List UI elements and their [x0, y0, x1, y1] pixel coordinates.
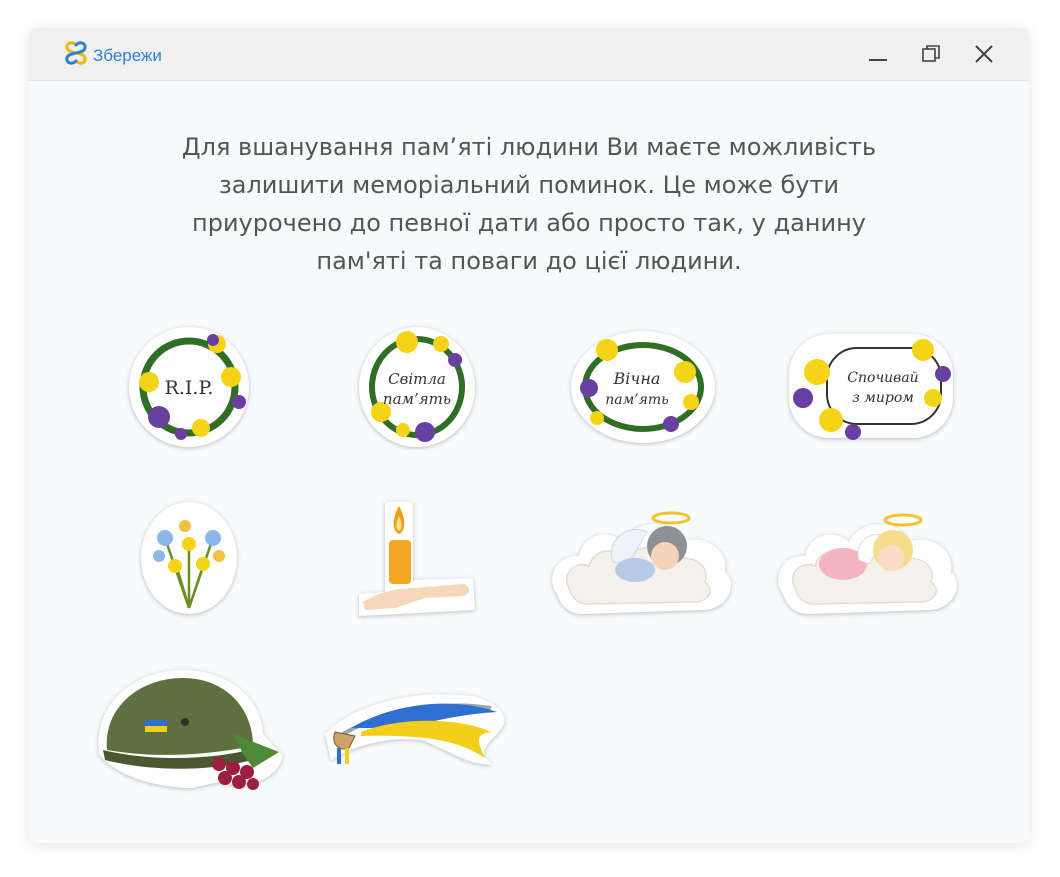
sticker-spochyvai-wreath[interactable]: Спочивай з миром — [783, 328, 959, 444]
svitla-wreath-icon: Світла пам’ять — [359, 327, 475, 447]
vichna-wreath-icon: Вічна пам’ять — [571, 331, 715, 443]
minimize-icon — [869, 59, 887, 61]
spochyvai-line1: Спочивай — [847, 370, 918, 386]
sticker-svitla-wreath[interactable]: Світла пам’ять — [355, 324, 479, 450]
sticker-saber-ribbon[interactable] — [321, 682, 511, 778]
title-bar: Збережи — [29, 28, 1029, 81]
logo-icon — [63, 41, 89, 70]
restore-button[interactable] — [916, 39, 946, 69]
spochyvai-wreath-icon: Спочивай з миром — [789, 334, 953, 440]
app-title: Збережи — [93, 45, 162, 65]
rip-wreath-icon: R.I.P. — [129, 327, 249, 447]
angel-boy-cloud-icon — [552, 511, 731, 614]
vichna-line2: пам’ять — [605, 392, 669, 408]
sticker-rip-wreath[interactable]: R.I.P. — [121, 322, 257, 452]
app-logo: Збережи — [63, 41, 162, 70]
sticker-flowers-bouquet[interactable] — [135, 498, 243, 618]
intro-line: приурочено до певної дати або просто так… — [192, 209, 866, 237]
svitla-line1: Світла — [388, 370, 446, 388]
angel-girl-cloud-icon — [778, 513, 957, 614]
military-helmet-viburnum-icon — [98, 670, 284, 790]
intro-line: залишити меморіальний поминок. Це може б… — [218, 171, 840, 199]
intro-text: Для вшанування пам’яті людини Ви маєте м… — [159, 128, 899, 280]
restore-icon — [922, 45, 940, 62]
rip-text: R.I.P. — [165, 377, 214, 399]
intro-line: Для вшанування пам’яті людини Ви маєте м… — [181, 133, 877, 161]
sticker-helmet-viburnum[interactable] — [93, 664, 289, 794]
close-button[interactable] — [969, 39, 999, 69]
sticker-angel-girl-cloud[interactable] — [769, 498, 965, 622]
svitla-line2: пам’ять — [383, 390, 451, 408]
memorial-window: Збережи Для вшанування пам’яті людини Ви… — [29, 28, 1029, 843]
spochyvai-line2: з миром — [852, 390, 914, 406]
saber-ribbon-icon — [325, 694, 505, 765]
minimize-button[interactable] — [863, 39, 893, 69]
sticker-angel-boy-cloud[interactable] — [543, 498, 739, 622]
vichna-line1: Вічна — [613, 369, 661, 388]
sticker-vichna-wreath[interactable]: Вічна пам’ять — [567, 328, 719, 446]
intro-line: пам'яті та поваги до цієї людини. — [316, 247, 742, 275]
close-icon — [975, 45, 993, 63]
sticker-candle-hand[interactable] — [355, 498, 479, 620]
flowers-bouquet-icon — [141, 502, 237, 614]
candle-hand-icon — [359, 502, 475, 616]
